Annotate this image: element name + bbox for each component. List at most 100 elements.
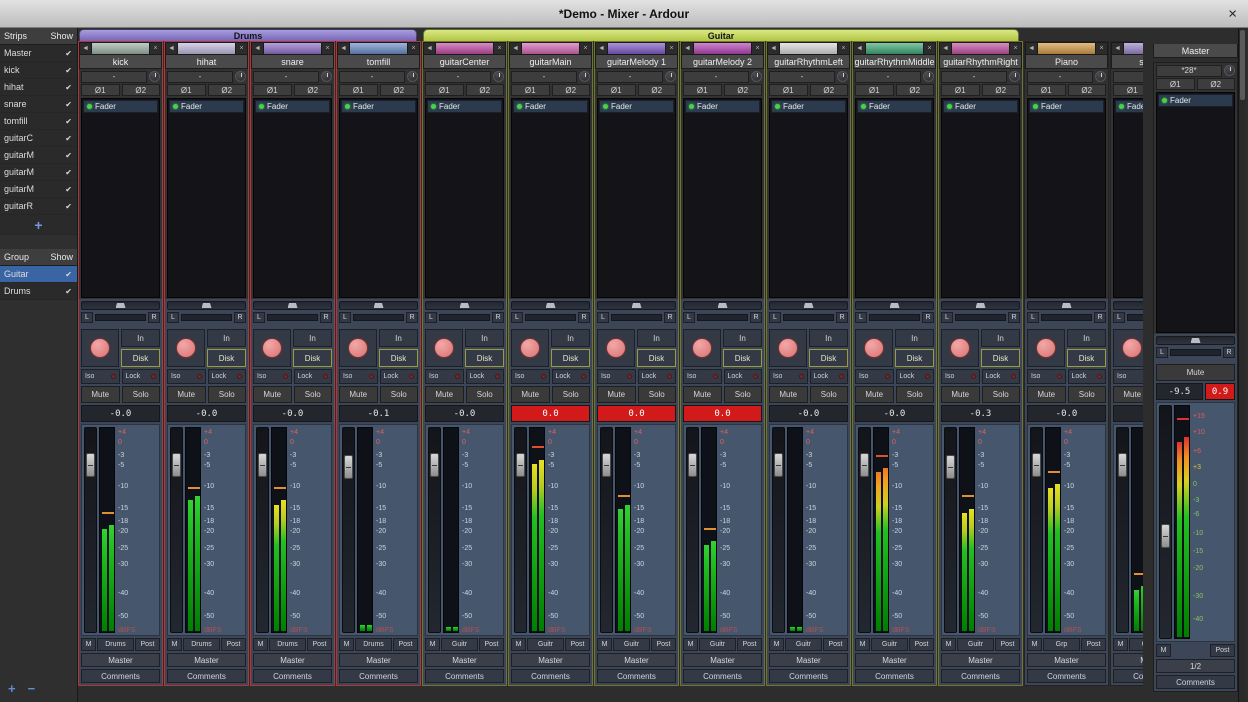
- processor-active-led[interactable]: [259, 104, 264, 109]
- processor-box[interactable]: Fader: [167, 98, 246, 298]
- metering-point-button[interactable]: M: [167, 638, 182, 651]
- scrollbar-thumb[interactable]: [1240, 30, 1245, 100]
- add-group-button[interactable]: +: [8, 681, 16, 696]
- group-button[interactable]: Grp: [1129, 638, 1143, 651]
- strips-list-item[interactable]: kick✔: [0, 62, 77, 79]
- visible-checkbox[interactable]: ✔: [65, 49, 72, 58]
- output-button[interactable]: Master: [81, 653, 160, 667]
- fader-slot[interactable]: [600, 427, 613, 633]
- fader-handle[interactable]: [774, 453, 783, 477]
- mute-button[interactable]: Mute: [167, 386, 206, 403]
- meter-point-post-button[interactable]: Post: [737, 638, 762, 651]
- processor-box[interactable]: Fader: [425, 98, 504, 298]
- input-monitor-button[interactable]: In: [895, 329, 934, 347]
- groups-list-item[interactable]: Guitar✔: [0, 266, 77, 283]
- visible-checkbox[interactable]: ✔: [65, 100, 72, 109]
- strip-name-button[interactable]: guitarRhythmLeft: [767, 55, 850, 69]
- strip-color-bar[interactable]: [350, 42, 407, 55]
- gain-display[interactable]: -0.0: [253, 405, 332, 422]
- solo-button[interactable]: Solo: [208, 386, 247, 403]
- window-close-icon[interactable]: ×: [1228, 6, 1237, 21]
- phase-invert-2-button[interactable]: Ø2: [380, 84, 419, 96]
- strip-hide-icon[interactable]: ×: [149, 42, 162, 55]
- strips-list-item[interactable]: tomfill✔: [0, 113, 77, 130]
- fader-processor[interactable]: Fader: [771, 100, 846, 113]
- pan-slider[interactable]: [511, 301, 590, 310]
- fader-handle[interactable]: [86, 453, 95, 477]
- trim-knob[interactable]: [235, 71, 246, 82]
- processor-active-led[interactable]: [173, 104, 178, 109]
- strip-width-icon[interactable]: ◄: [337, 42, 350, 55]
- solo-button[interactable]: Solo: [294, 386, 333, 403]
- strip-width-icon[interactable]: ◄: [681, 42, 694, 55]
- output-button[interactable]: Master: [253, 653, 332, 667]
- pan-width-bar[interactable]: [353, 314, 404, 321]
- record-enable-button[interactable]: [339, 329, 377, 367]
- fader-processor[interactable]: Fader: [341, 100, 416, 113]
- phase-invert-2-button[interactable]: Ø2: [638, 84, 677, 96]
- fader-handle[interactable]: [516, 453, 525, 477]
- strip-hide-icon[interactable]: ×: [923, 42, 936, 55]
- input-monitor-button[interactable]: In: [637, 329, 676, 347]
- trim-knob[interactable]: [407, 71, 418, 82]
- gain-display[interactable]: 0.0: [683, 405, 762, 422]
- comments-button[interactable]: Comments: [941, 669, 1020, 683]
- output-button[interactable]: Master: [683, 653, 762, 667]
- solo-button[interactable]: Solo: [1068, 386, 1107, 403]
- strips-list-item[interactable]: guitarC✔: [0, 130, 77, 147]
- pan-handle-icon[interactable]: [1191, 338, 1201, 343]
- output-button[interactable]: Master: [511, 653, 590, 667]
- trim-knob[interactable]: [751, 71, 762, 82]
- trim-knob[interactable]: [149, 71, 160, 82]
- pan-width-bar[interactable]: [181, 314, 232, 321]
- disk-monitor-button[interactable]: Disk: [293, 349, 332, 367]
- comments-button[interactable]: Comments: [167, 669, 246, 683]
- processor-active-led[interactable]: [1033, 104, 1038, 109]
- input-monitor-button[interactable]: In: [293, 329, 332, 347]
- pan-width-bar[interactable]: [95, 314, 146, 321]
- processor-active-led[interactable]: [345, 104, 350, 109]
- pan-slider[interactable]: [941, 301, 1020, 310]
- record-enable-button[interactable]: [81, 329, 119, 367]
- fader-processor[interactable]: Fader: [1115, 100, 1143, 113]
- pan-width-bar[interactable]: [439, 314, 490, 321]
- metering-point-button[interactable]: M: [855, 638, 870, 651]
- strip-width-icon[interactable]: ◄: [1025, 42, 1038, 55]
- visible-checkbox[interactable]: ✔: [65, 134, 72, 143]
- meter-point-post-button[interactable]: Post: [1081, 638, 1106, 651]
- record-enable-button[interactable]: [683, 329, 721, 367]
- strip-name-button[interactable]: kick: [79, 55, 162, 69]
- master-processor-box[interactable]: Fader: [1156, 92, 1235, 333]
- phase-invert-2-button[interactable]: Ø2: [982, 84, 1021, 96]
- pan-width-bar[interactable]: [697, 314, 748, 321]
- strip-hide-icon[interactable]: ×: [665, 42, 678, 55]
- disk-monitor-button[interactable]: Disk: [121, 349, 160, 367]
- groups-list-item[interactable]: Drums✔: [0, 283, 77, 300]
- gain-display[interactable]: -0.0: [855, 405, 934, 422]
- input-monitor-button[interactable]: In: [723, 329, 762, 347]
- strip-width-icon[interactable]: ◄: [939, 42, 952, 55]
- strip-hide-icon[interactable]: ×: [493, 42, 506, 55]
- metering-point-button[interactable]: M: [597, 638, 612, 651]
- phase-invert-1-button[interactable]: Ø1: [1113, 84, 1143, 96]
- solo-button[interactable]: Solo: [380, 386, 419, 403]
- input-routing-button[interactable]: -: [167, 71, 233, 83]
- master-phase-1-button[interactable]: Ø1: [1156, 78, 1195, 90]
- pan-slider[interactable]: [855, 301, 934, 310]
- add-strip-button[interactable]: +: [0, 215, 77, 235]
- meter-point-post-button[interactable]: Post: [307, 638, 332, 651]
- trim-knob[interactable]: [1009, 71, 1020, 82]
- gain-display[interactable]: -0.0: [769, 405, 848, 422]
- gain-display[interactable]: -0.1: [339, 405, 418, 422]
- processor-box[interactable]: Fader: [941, 98, 1020, 298]
- group-button[interactable]: Guitr: [613, 638, 650, 651]
- master-mute-button[interactable]: Mute: [1156, 364, 1235, 381]
- fader-slot[interactable]: [256, 427, 269, 633]
- processor-active-led[interactable]: [1119, 104, 1124, 109]
- strip-name-button[interactable]: tomfill: [337, 55, 420, 69]
- meter-point-post-button[interactable]: Post: [995, 638, 1020, 651]
- strip-color-bar[interactable]: [92, 42, 149, 55]
- strip-name-button[interactable]: guitarMelody 1: [595, 55, 678, 69]
- comments-button[interactable]: Comments: [855, 669, 934, 683]
- strip-name-button[interactable]: guitarRhythmRight: [939, 55, 1022, 69]
